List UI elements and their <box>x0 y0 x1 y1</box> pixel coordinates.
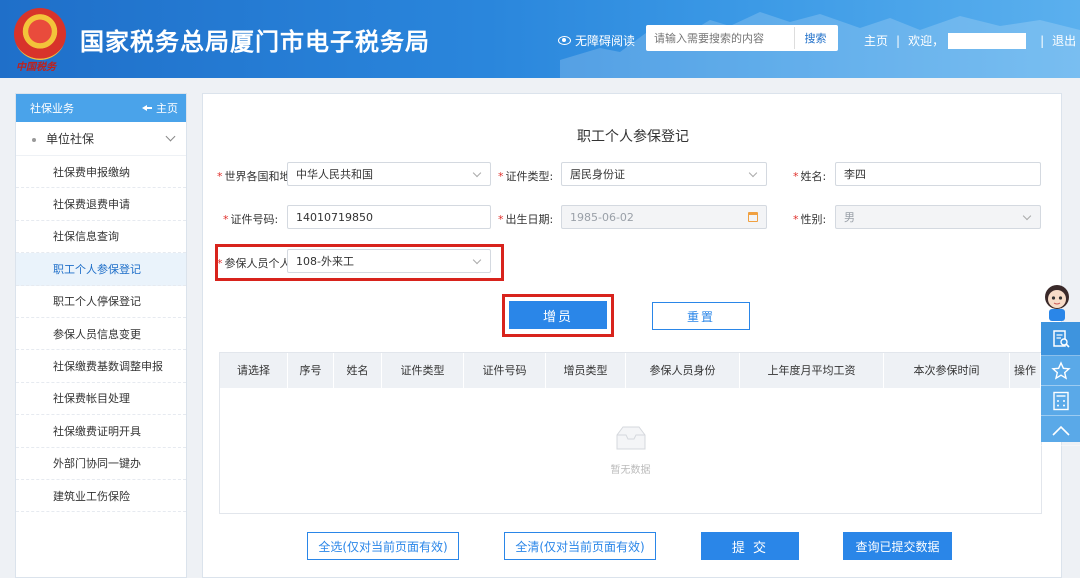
chevron-down-icon <box>165 131 176 142</box>
country-select[interactable]: 中华人民共和国 <box>287 162 491 186</box>
empty-text: 暂无数据 <box>610 465 651 476</box>
empty-box-icon <box>616 426 646 450</box>
sidebar-title: 社保业务 <box>30 102 74 115</box>
person-type-select[interactable]: 108-外来工 <box>287 249 491 273</box>
back-to-top-button[interactable] <box>1041 416 1080 446</box>
clear-all-button[interactable]: 全清(仅对当前页面有效) <box>504 532 656 560</box>
column-header: 姓名 <box>334 353 382 388</box>
chevron-down-icon <box>748 168 758 178</box>
accessibility-label: 无障碍阅读 <box>575 34 636 48</box>
id-number-input[interactable]: 14010719850 <box>287 205 491 229</box>
query-submitted-button[interactable]: 查询已提交数据 <box>843 532 952 560</box>
select-all-button[interactable]: 全选(仅对当前页面有效) <box>307 532 459 560</box>
sidebar-item[interactable]: 社保缴费证明开具 <box>16 415 186 448</box>
accessibility-link[interactable]: 无障碍阅读 <box>558 32 635 49</box>
nav-separator: | <box>896 33 901 48</box>
sidebar-item[interactable]: 参保人员信息变更 <box>16 318 186 351</box>
page-header: 中国税务 国家税务总局厦门市电子税务局 无障碍阅读 搜索 主页 | 欢迎， | … <box>0 0 1080 78</box>
gender-label: * 性别: <box>793 213 827 226</box>
chevron-down-icon <box>472 255 482 265</box>
search-doc-button[interactable] <box>1041 322 1080 356</box>
chevron-down-icon <box>1022 211 1032 221</box>
id-type-label: * 证件类型: <box>498 170 554 183</box>
sidebar: 社保业务 主页 单位社保 社保费申报缴纳 社保费退费申请 社保信息查询 职工个人… <box>15 93 187 578</box>
floating-toolbar <box>1041 322 1080 446</box>
table-header: 请选择 序号 姓名 证件类型 证件号码 增员类型 参保人员身份 上年度月平均工资… <box>220 353 1041 388</box>
tax-emblem-logo <box>14 8 66 60</box>
column-header: 证件类型 <box>382 353 464 388</box>
column-header: 上年度月平均工资 <box>740 353 884 388</box>
sidebar-item[interactable]: 社保费帐目处理 <box>16 383 186 416</box>
person-type-label: * 参保人员个人 <box>217 257 289 270</box>
enrollment-table: 请选择 序号 姓名 证件类型 证件号码 增员类型 参保人员身份 上年度月平均工资… <box>219 352 1042 514</box>
column-header: 参保人员身份 <box>626 353 740 388</box>
column-header: 序号 <box>288 353 334 388</box>
id-number-label: * 证件号码: <box>223 213 279 226</box>
id-type-select[interactable]: 居民身份证 <box>561 162 767 186</box>
arrow-up-icon <box>1051 425 1070 436</box>
sidebar-header: 社保业务 主页 <box>16 94 186 122</box>
bullet-icon <box>32 137 36 142</box>
birth-date-input: 1985-06-02 <box>561 205 767 229</box>
birth-date-label: * 出生日期: <box>498 213 554 226</box>
username-redacted <box>948 32 1027 49</box>
column-header: 证件号码 <box>464 353 546 388</box>
sidebar-item[interactable]: 建筑业工伤保险 <box>16 480 186 513</box>
favorite-button[interactable] <box>1041 356 1080 386</box>
search-box: 搜索 <box>646 25 838 51</box>
name-label: * 姓名: <box>793 170 827 183</box>
sidebar-item[interactable]: 社保信息查询 <box>16 221 186 254</box>
sidebar-item[interactable]: 社保缴费基数调整申报 <box>16 350 186 383</box>
column-header: 操作 <box>1010 353 1041 388</box>
nav-separator: | <box>1040 33 1045 48</box>
sidebar-home-label: 主页 <box>156 102 178 115</box>
country-label: * 世界各国和地 <box>217 170 289 183</box>
reset-button[interactable]: 重置 <box>652 302 750 330</box>
sidebar-home-link[interactable]: 主页 <box>142 100 178 116</box>
column-header: 请选择 <box>220 353 288 388</box>
site-title: 国家税务总局厦门市电子税务局 <box>80 28 430 56</box>
logout-link[interactable]: 退出 <box>1052 32 1076 49</box>
column-header: 本次参保时间 <box>884 353 1010 388</box>
welcome-text: 欢迎， <box>908 34 945 48</box>
name-input[interactable]: 李四 <box>835 162 1041 186</box>
calculator-button[interactable] <box>1041 386 1080 416</box>
search-input[interactable] <box>646 25 792 51</box>
sidebar-item[interactable]: 社保费退费申请 <box>16 188 186 221</box>
top-nav: 主页 | 欢迎， | 退出 <box>864 32 1076 49</box>
main-panel: 职工个人参保登记 * 世界各国和地 中华人民共和国 * 证件类型: 居民身份证 * 姓… <box>202 93 1062 578</box>
home-link[interactable]: 主页 <box>864 32 888 49</box>
submit-button[interactable]: 提 交 <box>701 532 799 560</box>
chevron-down-icon <box>472 168 482 178</box>
calculator-icon <box>1052 391 1069 410</box>
sidebar-item[interactable]: 社保费申报缴纳 <box>16 156 186 189</box>
sidebar-item[interactable]: 职工个人停保登记 <box>16 286 186 318</box>
back-arrow-icon <box>142 104 152 112</box>
assistant-mascot-icon[interactable] <box>1040 282 1074 322</box>
sidebar-item[interactable]: 外部门协同一键办 <box>16 448 186 480</box>
sidebar-item-active[interactable]: 职工个人参保登记 <box>16 253 186 286</box>
column-header: 增员类型 <box>546 353 626 388</box>
eye-icon <box>558 36 571 45</box>
add-member-button[interactable]: 增员 <box>509 301 607 329</box>
search-doc-icon <box>1052 329 1070 348</box>
sidebar-group-label: 单位社保 <box>46 132 95 146</box>
search-button[interactable]: 搜索 <box>794 27 836 49</box>
emblem-subtitle: 中国税务 <box>16 62 56 73</box>
gender-select: 男 <box>835 205 1041 229</box>
page-title: 职工个人参保登记 <box>577 129 689 145</box>
calendar-icon <box>748 212 758 222</box>
sidebar-group-unit-social-security[interactable]: 单位社保 <box>16 122 186 156</box>
star-icon <box>1050 360 1071 380</box>
